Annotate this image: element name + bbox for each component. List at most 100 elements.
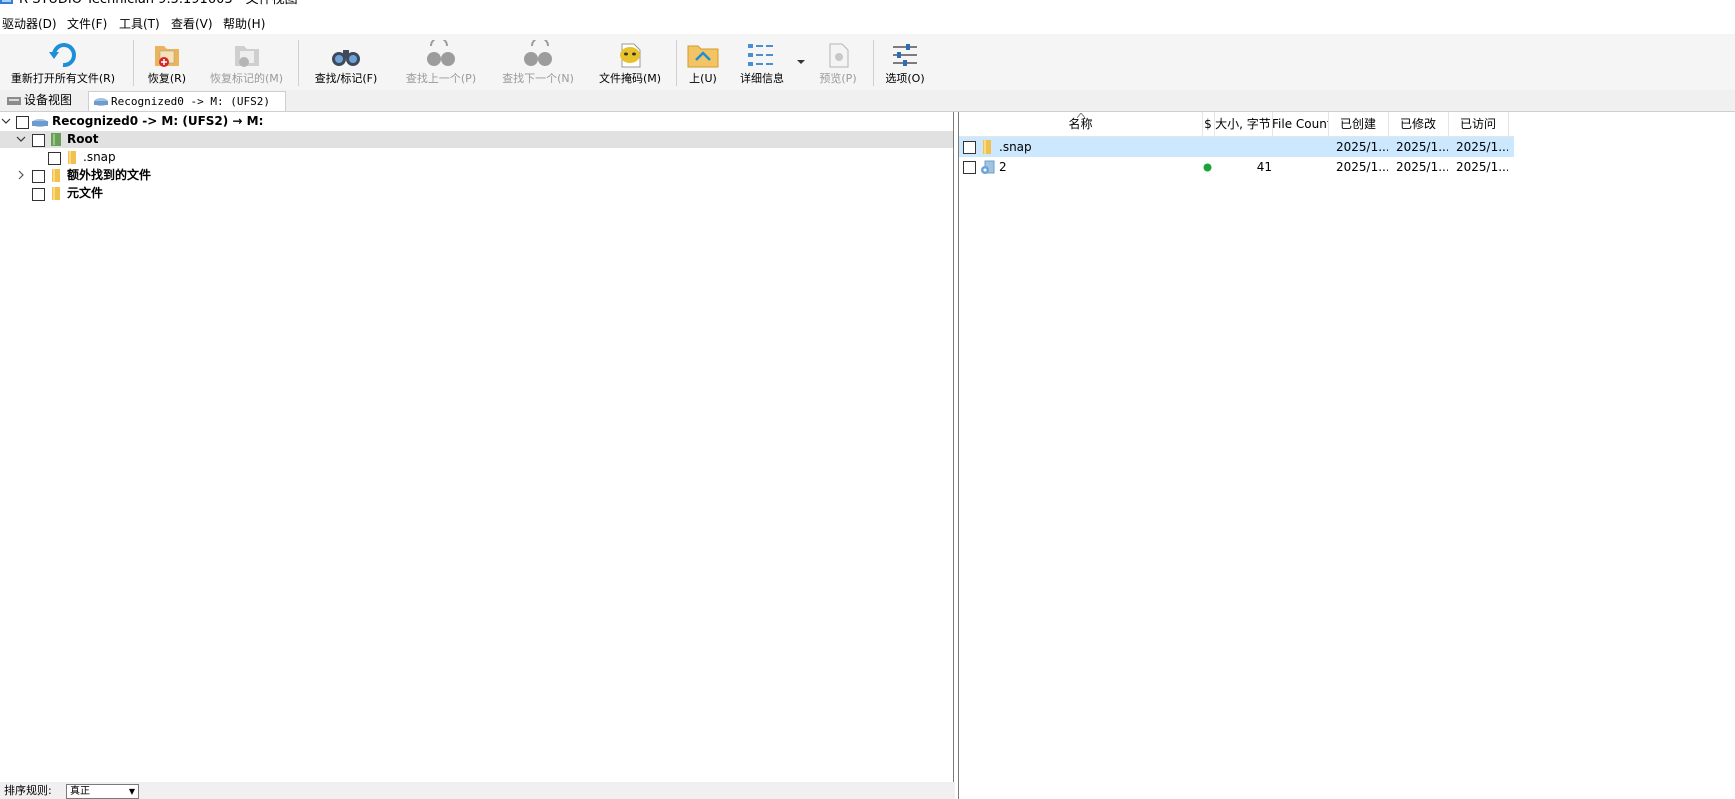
menu-help[interactable]: 帮助(H) xyxy=(223,16,265,32)
details-view-button[interactable]: 详细信息 xyxy=(732,36,792,88)
tree-node-snap[interactable]: .snap xyxy=(0,149,953,166)
file-modified: 2025/1... xyxy=(1396,140,1448,154)
device-view-icon xyxy=(7,97,21,105)
file-size: 41 xyxy=(1256,160,1272,174)
refresh-icon xyxy=(49,43,76,68)
menu-drives[interactable]: 驱动器(D) xyxy=(2,16,57,32)
sort-select[interactable]: 真正 ▼ xyxy=(66,784,139,799)
toolbar-separator xyxy=(298,40,299,86)
tab-label: 设备视图 xyxy=(24,93,73,107)
tree-node-extra-found-files[interactable]: 额外找到的文件 xyxy=(0,167,953,184)
tree-node-label: Root xyxy=(67,132,99,146)
checkbox[interactable] xyxy=(32,188,45,201)
options-sliders-icon xyxy=(893,44,917,66)
tree-node-recognized0[interactable]: Recognized0 -> M: (UFS2) → M: xyxy=(0,113,953,130)
column-label: 大小, 字节 xyxy=(1215,117,1271,131)
details-dropdown-chevron-icon[interactable] xyxy=(796,56,806,66)
root-folder-icon xyxy=(51,133,61,146)
folder-icon xyxy=(983,140,991,154)
column-created[interactable]: 已创建 xyxy=(1328,112,1389,136)
menu-view[interactable]: 查看(V) xyxy=(171,16,213,32)
toolbar-separator xyxy=(133,40,134,86)
details-list-icon xyxy=(748,44,773,66)
file-created: 2025/1... xyxy=(1336,140,1388,154)
toolbar-separator xyxy=(676,40,677,86)
app-icon xyxy=(0,0,13,4)
window-title: R-STUDIO Technician 9.5.191603 - 文件视图 xyxy=(19,0,298,8)
folder-icon xyxy=(68,151,76,164)
partition-icon xyxy=(94,98,108,106)
preview-button[interactable]: 预览(P) xyxy=(808,36,868,88)
options-button[interactable]: 选项(O) xyxy=(880,36,930,88)
column-accessed[interactable]: 已访问 xyxy=(1448,112,1509,136)
tree-node-root[interactable]: Root xyxy=(0,131,953,148)
folder-tree-pane: Recognized0 -> M: (UFS2) → M: Root .snap… xyxy=(0,112,954,782)
column-name[interactable]: 名称 xyxy=(959,112,1203,136)
status-dot-icon xyxy=(1203,163,1212,172)
toolbar-separator xyxy=(873,40,874,86)
menu-tools[interactable]: 工具(T) xyxy=(119,16,160,32)
column-modified[interactable]: 已修改 xyxy=(1388,112,1449,136)
checkbox[interactable] xyxy=(16,116,29,129)
recover-button[interactable]: 恢复(R) xyxy=(138,36,196,88)
preview-icon xyxy=(829,43,849,68)
sort-ascending-icon xyxy=(1077,113,1085,118)
dropdown-arrow-icon: ▼ xyxy=(128,787,135,796)
tree-node-metafiles[interactable]: 元文件 xyxy=(0,185,953,202)
menu-file[interactable]: 文件(F) xyxy=(67,16,107,32)
column-label: File Count xyxy=(1272,117,1329,131)
checkbox[interactable] xyxy=(963,141,976,154)
file-modified: 2025/1... xyxy=(1396,160,1448,174)
binoculars-next-icon xyxy=(524,40,552,66)
file-row-snap[interactable]: .snap 2025/1... 2025/1... 2025/1... xyxy=(959,137,1514,157)
checkbox[interactable] xyxy=(48,152,61,165)
checkbox[interactable] xyxy=(32,134,45,147)
column-label: 名称 xyxy=(1068,117,1093,131)
binoculars-icon xyxy=(332,50,360,66)
up-button[interactable]: 上(U) xyxy=(682,36,724,88)
tab-label: Recognized0 -> M: (UFS2) xyxy=(111,95,270,108)
file-row-2[interactable]: 2 41 2025/1... 2025/1... 2025/1... xyxy=(959,157,1514,177)
tree-node-label: .snap xyxy=(83,150,116,164)
system-file-icon xyxy=(981,160,995,174)
reopen-all-button[interactable]: 重新打开所有文件(R) xyxy=(2,36,124,88)
sort-bar: 排序规则: 真正 ▼ xyxy=(0,782,955,799)
find-mark-button[interactable]: 查找/标记(F) xyxy=(303,36,389,88)
tree-node-label: 额外找到的文件 xyxy=(67,168,152,182)
sort-label: 排序规则: xyxy=(4,784,52,797)
file-name: .snap xyxy=(999,140,1032,154)
folder-icon xyxy=(52,187,60,200)
title-bar: R-STUDIO Technician 9.5.191603 - 文件视图 xyxy=(0,0,1735,10)
menu-bar: 驱动器(D) 文件(F) 工具(T) 查看(V) 帮助(H) xyxy=(0,14,1735,34)
column-size[interactable]: 大小, 字节 xyxy=(1214,112,1273,136)
up-folder-icon xyxy=(687,45,719,68)
tab-device-view[interactable]: 设备视图 xyxy=(2,91,86,110)
chevron-right-icon[interactable] xyxy=(16,170,26,180)
find-next-button[interactable]: 查找下一个(N) xyxy=(495,36,581,88)
toolbar: 重新打开所有文件(R) 恢复(R) 恢复标记的(M) 查找/标记(F) 查找上一… xyxy=(0,34,1735,91)
recover-marked-icon xyxy=(234,46,259,67)
column-header-row: 名称 $ 大小, 字节 File Count 已创建 已修改 已访问 xyxy=(959,112,1514,137)
binoculars-prev-icon xyxy=(427,40,455,66)
chevron-down-icon[interactable] xyxy=(1,116,11,126)
view-tab-bar: 设备视图 Recognized0 -> M: (UFS2) xyxy=(0,90,1735,112)
file-name: 2 xyxy=(999,160,1007,174)
file-created: 2025/1... xyxy=(1336,160,1388,174)
checkbox[interactable] xyxy=(32,170,45,183)
column-label: 已访问 xyxy=(1459,117,1496,131)
column-file-count[interactable]: File Count xyxy=(1272,112,1329,136)
checkbox[interactable] xyxy=(963,161,976,174)
column-label: 已修改 xyxy=(1399,117,1436,131)
column-label: 已创建 xyxy=(1339,117,1376,131)
file-size xyxy=(1222,137,1272,157)
recover-folder-icon xyxy=(155,46,179,67)
find-previous-button[interactable]: 查找上一个(P) xyxy=(398,36,484,88)
recover-marked-button[interactable]: 恢复标记的(M) xyxy=(204,36,289,88)
tab-recognized-partition[interactable]: Recognized0 -> M: (UFS2) xyxy=(88,91,286,111)
tree-node-label: 元文件 xyxy=(67,186,104,200)
sort-select-value: 真正 xyxy=(70,786,90,797)
column-label: $ xyxy=(1204,117,1212,131)
folder-icon xyxy=(52,169,60,182)
file-mask-button[interactable]: 文件掩码(M) xyxy=(590,36,670,88)
chevron-down-icon[interactable] xyxy=(16,134,26,144)
